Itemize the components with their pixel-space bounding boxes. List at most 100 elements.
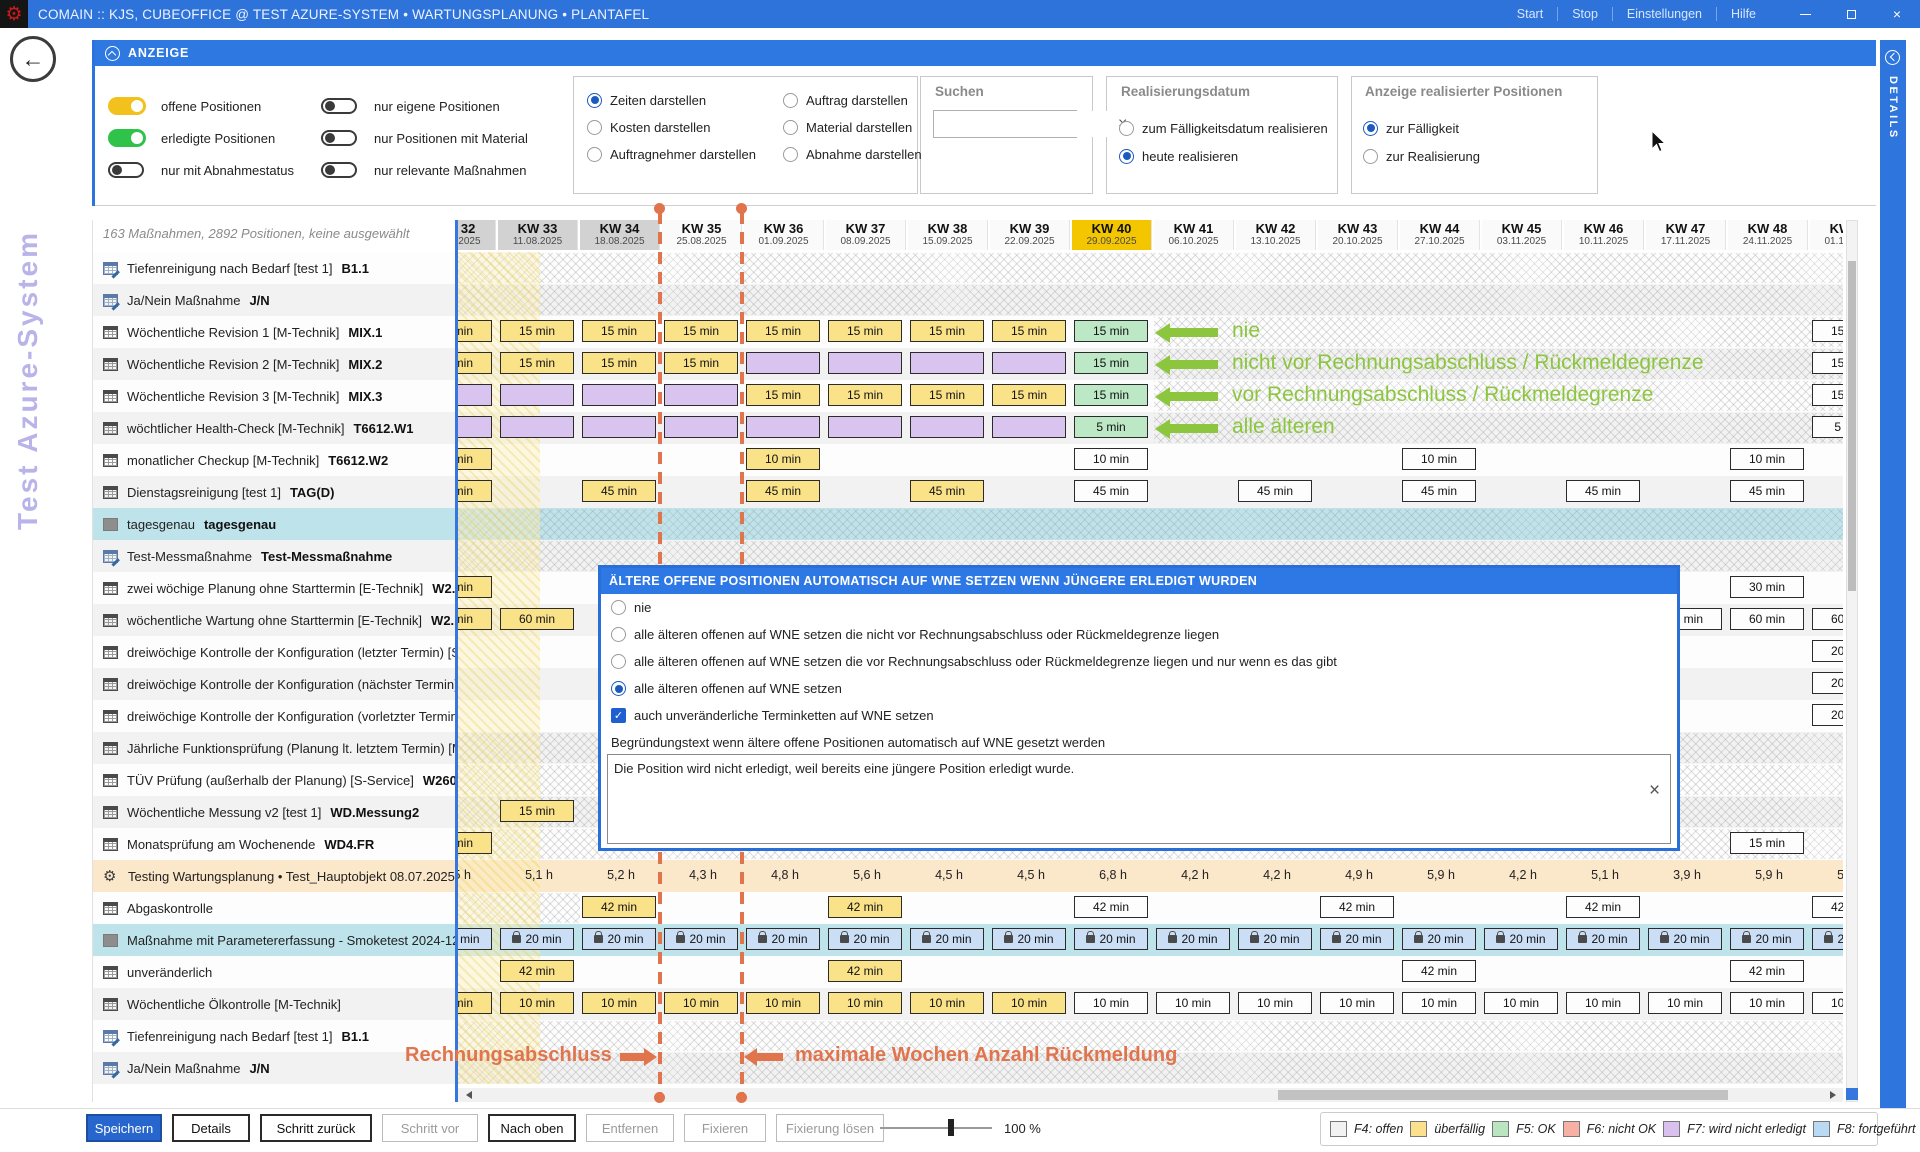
- menu-item-start[interactable]: Start: [1503, 0, 1557, 28]
- sidebar-row[interactable]: tagesgenautagesgenau: [93, 508, 455, 540]
- position-cell-overdue[interactable]: 60 min: [500, 608, 574, 630]
- position-cell-locked[interactable]: 20 min: [992, 928, 1066, 950]
- week-header[interactable]: KW 3204.08.2025: [458, 220, 496, 250]
- position-cell-open[interactable]: 45 min: [1402, 480, 1476, 502]
- anzeige-real-radio[interactable]: [1363, 121, 1378, 136]
- nach-oben-button[interactable]: Nach oben: [488, 1114, 576, 1142]
- position-cell-overdue[interactable]: 15 min: [664, 352, 738, 374]
- position-cell-open[interactable]: 10 min: [1812, 992, 1843, 1014]
- display-option-radio[interactable]: [783, 120, 798, 135]
- week-header[interactable]: KW 4503.11.2025: [1482, 220, 1562, 250]
- position-cell-locked[interactable]: 20 min: [458, 928, 492, 950]
- sidebar-row[interactable]: Wöchentliche Revision 2 [M-Technik]MIX.2: [93, 348, 455, 380]
- wne-option-radio[interactable]: [611, 600, 626, 615]
- position-cell-wne[interactable]: [500, 416, 574, 438]
- horizontal-scrollbar[interactable]: [458, 1088, 1843, 1102]
- position-cell-overdue[interactable]: 60 min: [458, 608, 492, 630]
- position-cell-locked[interactable]: 20 min: [1074, 928, 1148, 950]
- sidebar-row[interactable]: Maßnahme mit Parametererfassung - Smoket…: [93, 924, 455, 956]
- position-cell-wne[interactable]: [664, 416, 738, 438]
- position-cell-open[interactable]: 60 min: [1812, 608, 1843, 630]
- rechnungsabschluss-handle-bottom[interactable]: [654, 1092, 665, 1103]
- zoom-slider-handle[interactable]: [948, 1119, 954, 1136]
- sidebar-row[interactable]: Wöchentliche Messung v2 [test 1]WD.Messu…: [93, 796, 455, 828]
- position-cell-open[interactable]: 10 min: [1074, 448, 1148, 470]
- position-cell-overdue[interactable]: 15 min: [828, 320, 902, 342]
- position-cell-overdue[interactable]: 45 min: [458, 480, 492, 502]
- position-cell-locked[interactable]: 20 min: [1730, 928, 1804, 950]
- sidebar-row[interactable]: ⚙Testing Wartungsplanung • Test_Hauptobj…: [93, 860, 455, 892]
- realisierung-radio[interactable]: [1119, 149, 1134, 164]
- expand-chevron-left-icon[interactable]: [1885, 50, 1900, 65]
- position-cell-locked[interactable]: 20 min: [1812, 928, 1843, 950]
- rueckmeldegrenze-handle-top[interactable]: [736, 203, 747, 214]
- week-header[interactable]: KW 4213.10.2025: [1236, 220, 1316, 250]
- position-cell-overdue[interactable]: 10 min: [582, 992, 656, 1014]
- position-cell-open[interactable]: 15 min: [1812, 384, 1843, 406]
- position-cell-overdue[interactable]: 30 min: [458, 576, 492, 598]
- sidebar-row[interactable]: Dienstagsreinigung [test 1]TAG(D): [93, 476, 455, 508]
- position-cell-overdue[interactable]: 10 min: [500, 992, 574, 1014]
- details-tab[interactable]: DETAILS: [1880, 40, 1906, 1108]
- sidebar-row[interactable]: dreiwöchige Kontrolle der Konfiguration …: [93, 700, 455, 732]
- sidebar-row[interactable]: zwei wöchige Planung ohne Starttermin [E…: [93, 572, 455, 604]
- position-cell-locked[interactable]: 20 min: [746, 928, 820, 950]
- wne-option-radio[interactable]: [611, 654, 626, 669]
- position-cell-locked[interactable]: 20 min: [910, 928, 984, 950]
- position-cell-wne[interactable]: [500, 384, 574, 406]
- position-cell-overdue[interactable]: 15 min: [582, 352, 656, 374]
- toggle-on[interactable]: [108, 129, 146, 147]
- close-button[interactable]: ×: [1874, 0, 1920, 28]
- week-header[interactable]: KW 3922.09.2025: [990, 220, 1070, 250]
- sidebar-row[interactable]: Abgaskontrolle: [93, 892, 455, 924]
- collapse-chevron-up-icon[interactable]: [105, 46, 120, 61]
- anzeige-panel-header[interactable]: ANZEIGE: [95, 40, 1876, 66]
- position-cell-locked[interactable]: 20 min: [664, 928, 738, 950]
- position-cell-open[interactable]: 42 min: [1402, 960, 1476, 982]
- display-option-radio[interactable]: [783, 147, 798, 162]
- position-cell-overdue[interactable]: 15 min: [664, 320, 738, 342]
- week-header[interactable]: KW 4320.10.2025: [1318, 220, 1398, 250]
- sidebar-row[interactable]: Tiefenreinigung nach Bedarf [test 1]B1.1: [93, 1020, 455, 1052]
- position-cell-overdue[interactable]: 10 min: [458, 992, 492, 1014]
- position-cell-locked[interactable]: 20 min: [1484, 928, 1558, 950]
- sidebar-row[interactable]: Monatsprüfung am WochenendeWD4.FR: [93, 828, 455, 860]
- week-header[interactable]: KW 3815.09.2025: [908, 220, 988, 250]
- week-header[interactable]: KW 3525.08.2025: [662, 220, 742, 250]
- week-header[interactable]: KW 4901.12.2025: [1810, 220, 1843, 250]
- week-header[interactable]: KW 4717.11.2025: [1646, 220, 1726, 250]
- zoom-slider-track[interactable]: [880, 1127, 992, 1129]
- sidebar-row[interactable]: TÜV Prüfung (außerhalb der Planung) [S-S…: [93, 764, 455, 796]
- position-cell-overdue[interactable]: 15 min: [458, 832, 492, 854]
- position-cell-ok[interactable]: 15 min: [1074, 352, 1148, 374]
- sidebar-row[interactable]: dreiwöchige Kontrolle der Konfiguration …: [93, 668, 455, 700]
- position-cell-overdue[interactable]: 15 min: [992, 384, 1066, 406]
- sidebar-row[interactable]: Ja/Nein MaßnahmeJ/N: [93, 284, 455, 316]
- position-cell-open[interactable]: 42 min: [1812, 896, 1843, 918]
- position-cell-overdue[interactable]: 10 min: [664, 992, 738, 1014]
- rueckmeldegrenze-handle-bottom[interactable]: [736, 1092, 747, 1103]
- position-cell-overdue[interactable]: 15 min: [746, 320, 820, 342]
- clear-reason-icon[interactable]: ×: [1649, 780, 1660, 802]
- position-cell-open[interactable]: 15 min: [1812, 320, 1843, 342]
- position-cell-wne[interactable]: [992, 416, 1066, 438]
- position-cell-wne[interactable]: [664, 384, 738, 406]
- sidebar-row[interactable]: dreiwöchige Kontrolle der Konfiguration …: [93, 636, 455, 668]
- toggle-off[interactable]: [321, 130, 357, 146]
- maximize-button[interactable]: [1828, 0, 1874, 28]
- display-option-radio[interactable]: [587, 147, 602, 162]
- position-cell-wne[interactable]: [992, 352, 1066, 374]
- scroll-right-icon[interactable]: [1830, 1091, 1840, 1099]
- position-cell-overdue[interactable]: 10 min: [458, 448, 492, 470]
- realisierung-radio[interactable]: [1119, 121, 1134, 136]
- scroll-left-icon[interactable]: [462, 1091, 472, 1099]
- position-cell-open[interactable]: 42 min: [1320, 896, 1394, 918]
- display-option-radio[interactable]: [587, 120, 602, 135]
- speichern-button[interactable]: Speichern: [86, 1114, 162, 1142]
- minimize-button[interactable]: [1782, 0, 1828, 28]
- sidebar-row[interactable]: Wöchentliche Revision 3 [M-Technik]MIX.3: [93, 380, 455, 412]
- week-header[interactable]: KW 3601.09.2025: [744, 220, 824, 250]
- position-cell-open[interactable]: 20 min: [1812, 672, 1843, 694]
- sidebar-row[interactable]: Tiefenreinigung nach Bedarf [test 1]B1.1: [93, 252, 455, 284]
- position-cell-overdue[interactable]: 10 min: [828, 992, 902, 1014]
